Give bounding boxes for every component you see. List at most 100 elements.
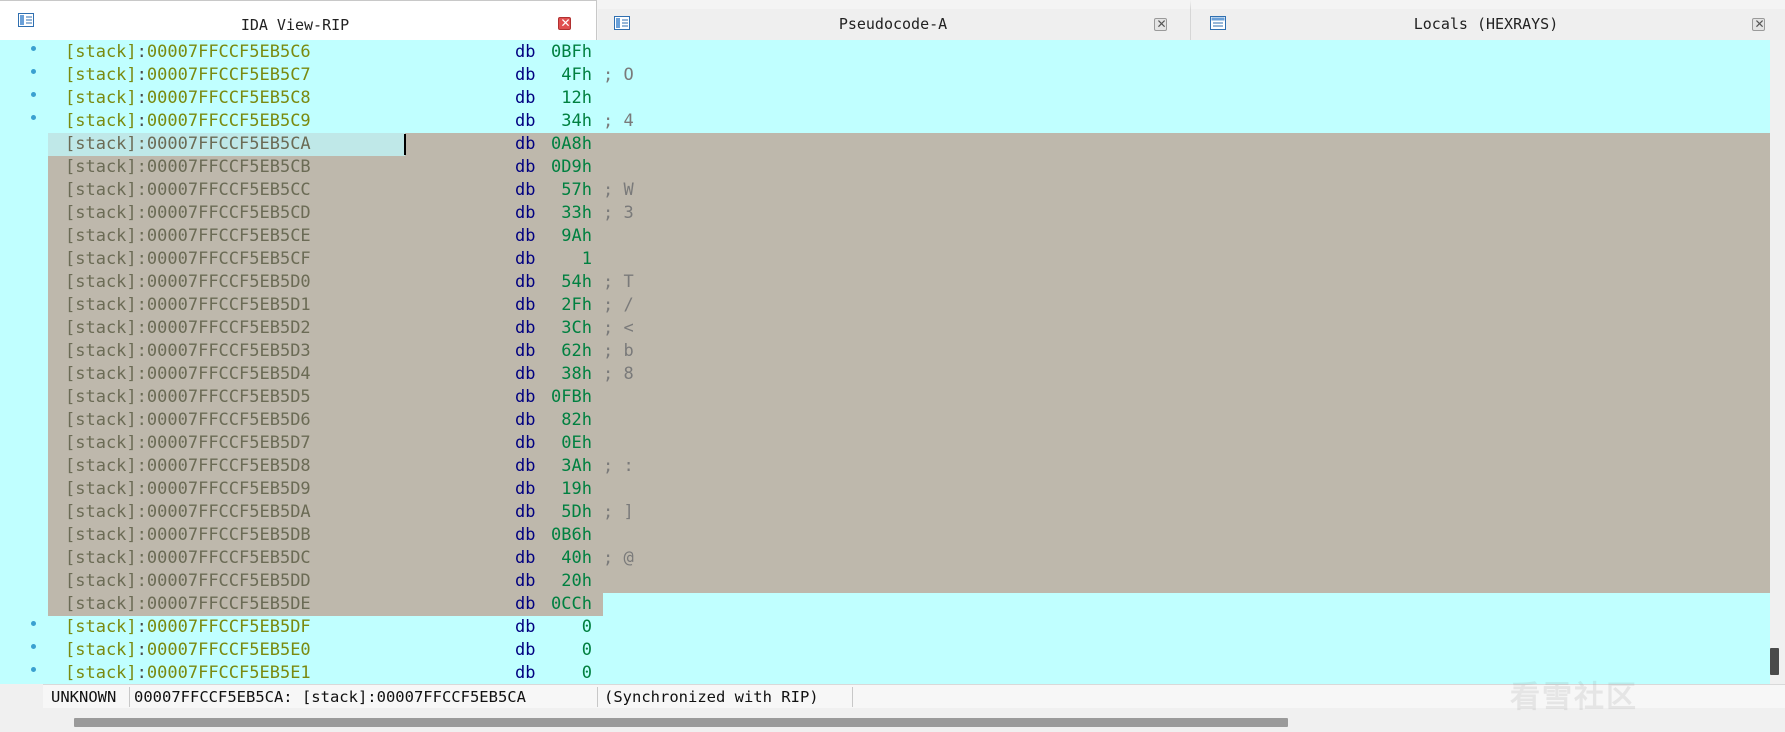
row-comment: ; 8 — [603, 364, 634, 384]
listing-row[interactable]: [stack]:00007FFCCF5EB5DE db 0CCh — [0, 593, 1770, 616]
listing-row[interactable]: [stack]:00007FFCCF5EB5DC db 40h ; @ — [0, 547, 1770, 570]
disassembly-listing[interactable]: [stack]:00007FFCCF5EB5C6 db 0BFh [stack]:00… — [0, 40, 1785, 684]
row-address: [stack]:00007FFCCF5EB5E0 — [65, 640, 311, 660]
row-value: 5Dh — [561, 502, 592, 522]
row-address: [stack]:00007FFCCF5EB5D1 — [65, 295, 311, 315]
row-address: [stack]:00007FFCCF5EB5D3 — [65, 341, 311, 361]
status-separator — [597, 687, 598, 707]
listing-row[interactable]: [stack]:00007FFCCF5EB5D4 db 38h ; 8 — [0, 363, 1770, 386]
tab-locals-hexrays[interactable]: Locals (HEXRAYS) ✕ — [1190, 0, 1785, 40]
listing-row[interactable]: [stack]:00007FFCCF5EB5CB db 0D9h — [0, 156, 1770, 179]
row-value: 3Ch — [561, 318, 592, 338]
listing-row[interactable]: [stack]:00007FFCCF5EB5D3 db 62h ; b — [0, 340, 1770, 363]
status-location: 00007FFCCF5EB5CA: [stack]:00007FFCCF5EB5… — [134, 688, 526, 706]
listing-row[interactable]: [stack]:00007FFCCF5EB5D0 db 54h ; T — [0, 271, 1770, 294]
locals-view-icon — [1210, 16, 1226, 30]
listing-row[interactable]: [stack]:00007FFCCF5EB5E1 db 0 — [0, 662, 1770, 684]
listing-row[interactable]: [stack]:00007FFCCF5EB5CA db 0A8h — [0, 133, 1770, 156]
listing-row[interactable]: [stack]:00007FFCCF5EB5CD db 33h ; 3 — [0, 202, 1770, 225]
row-address: [stack]:00007FFCCF5EB5DB — [65, 525, 311, 545]
row-address: [stack]:00007FFCCF5EB5CF — [65, 249, 311, 269]
row-comment: ; 4 — [603, 111, 634, 131]
row-address: [stack]:00007FFCCF5EB5D2 — [65, 318, 311, 338]
row-value: 0FBh — [551, 387, 592, 407]
row-value: 1 — [581, 249, 592, 269]
row-value: 0A8h — [551, 134, 592, 154]
row-address: [stack]:00007FFCCF5EB5CA — [65, 134, 311, 154]
listing-row[interactable]: [stack]:00007FFCCF5EB5D2 db 3Ch ; < — [0, 317, 1770, 340]
row-value: 57h — [561, 180, 592, 200]
listing-row[interactable]: [stack]:00007FFCCF5EB5E0 db 0 — [0, 639, 1770, 662]
row-value: 3Ah — [561, 456, 592, 476]
row-value: 0Eh — [561, 433, 592, 453]
row-comment: ; < — [603, 318, 634, 338]
row-address: [stack]:00007FFCCF5EB5DA — [65, 502, 311, 522]
listing-row[interactable]: [stack]:00007FFCCF5EB5D1 db 2Fh ; / — [0, 294, 1770, 317]
listing-row[interactable]: [stack]:00007FFCCF5EB5D6 db 82h — [0, 409, 1770, 432]
row-address: [stack]:00007FFCCF5EB5CB — [65, 157, 311, 177]
row-address: [stack]:00007FFCCF5EB5DF — [65, 617, 311, 637]
row-value: 38h — [561, 364, 592, 384]
tab-pseudocode-a[interactable]: Pseudocode-A ✕ — [598, 0, 1190, 40]
row-comment: ; T — [603, 272, 634, 292]
row-comment: ; ] — [603, 502, 634, 522]
row-address: [stack]:00007FFCCF5EB5C6 — [65, 42, 311, 62]
listing-row[interactable]: [stack]:00007FFCCF5EB5DA db 5Dh ; ] — [0, 501, 1770, 524]
row-address: [stack]:00007FFCCF5EB5C7 — [65, 65, 311, 85]
row-comment: ; 3 — [603, 203, 634, 223]
listing-row[interactable]: [stack]:00007FFCCF5EB5CE db 9Ah — [0, 225, 1770, 248]
row-mnemonic: db — [515, 272, 536, 292]
listing-row[interactable]: [stack]:00007FFCCF5EB5DD db 20h — [0, 570, 1770, 593]
close-icon[interactable]: ✕ — [1154, 17, 1167, 31]
row-mnemonic: db — [515, 65, 536, 85]
listing-row[interactable]: [stack]:00007FFCCF5EB5DF db 0 — [0, 616, 1770, 639]
listing-row[interactable]: [stack]:00007FFCCF5EB5D5 db 0FBh — [0, 386, 1770, 409]
row-address: [stack]:00007FFCCF5EB5D9 — [65, 479, 311, 499]
text-caret — [404, 134, 406, 155]
row-address: [stack]:00007FFCCF5EB5DE — [65, 594, 311, 614]
watermark-logo: 看雪社区 — [1510, 680, 1638, 715]
listing-row[interactable]: [stack]:00007FFCCF5EB5C8 db 12h — [0, 87, 1770, 110]
row-mnemonic: db — [515, 571, 536, 591]
row-mnemonic: db — [515, 203, 536, 223]
row-mnemonic: db — [515, 226, 536, 246]
row-mnemonic: db — [515, 134, 536, 154]
row-value: 34h — [561, 111, 592, 131]
listing-row[interactable]: [stack]:00007FFCCF5EB5C6 db 0BFh — [0, 41, 1770, 64]
listing-row[interactable]: [stack]:00007FFCCF5EB5D8 db 3Ah ; : — [0, 455, 1770, 478]
row-comment: ; O — [603, 65, 634, 85]
disassembly-view-icon — [18, 13, 34, 27]
row-address: [stack]:00007FFCCF5EB5D6 — [65, 410, 311, 430]
row-comment: ; / — [603, 295, 634, 315]
row-value: 0B6h — [551, 525, 592, 545]
row-value: 0CCh — [551, 594, 592, 614]
listing-row[interactable]: [stack]:00007FFCCF5EB5D7 db 0Eh — [0, 432, 1770, 455]
vertical-scrollbar-thumb[interactable] — [1770, 648, 1779, 675]
listing-row[interactable]: [stack]:00007FFCCF5EB5C7 db 4Fh ; O — [0, 64, 1770, 87]
listing-row[interactable]: [stack]:00007FFCCF5EB5CF db 1 — [0, 248, 1770, 271]
row-value: 0D9h — [551, 157, 592, 177]
listing-row[interactable]: [stack]:00007FFCCF5EB5CC db 57h ; W — [0, 179, 1770, 202]
listing-row[interactable]: [stack]:00007FFCCF5EB5D9 db 19h — [0, 478, 1770, 501]
row-value: 12h — [561, 88, 592, 108]
horizontal-scrollbar-thumb[interactable] — [74, 718, 1288, 727]
line-bullet-icon — [31, 46, 36, 51]
row-mnemonic: db — [515, 249, 536, 269]
row-value: 4Fh — [561, 65, 592, 85]
row-mnemonic: db — [515, 525, 536, 545]
vertical-scrollbar[interactable] — [1770, 40, 1785, 684]
row-value: 19h — [561, 479, 592, 499]
tab-ida-view-rip[interactable]: IDA View-RIP ✕ — [0, 0, 597, 40]
status-separator — [129, 687, 130, 707]
listing-row[interactable]: [stack]:00007FFCCF5EB5DB db 0B6h — [0, 524, 1770, 547]
row-value: 40h — [561, 548, 592, 568]
row-mnemonic: db — [515, 341, 536, 361]
row-value: 0 — [581, 640, 592, 660]
listing-row[interactable]: [stack]:00007FFCCF5EB5C9 db 34h ; 4 — [0, 110, 1770, 133]
close-icon[interactable]: ✕ — [1752, 17, 1765, 31]
status-sync: (Synchronized with RIP) — [604, 688, 819, 706]
row-address: [stack]:00007FFCCF5EB5D5 — [65, 387, 311, 407]
close-icon[interactable]: ✕ — [558, 16, 571, 30]
row-value: 82h — [561, 410, 592, 430]
tab-title: IDA View-RIP — [240, 16, 350, 34]
